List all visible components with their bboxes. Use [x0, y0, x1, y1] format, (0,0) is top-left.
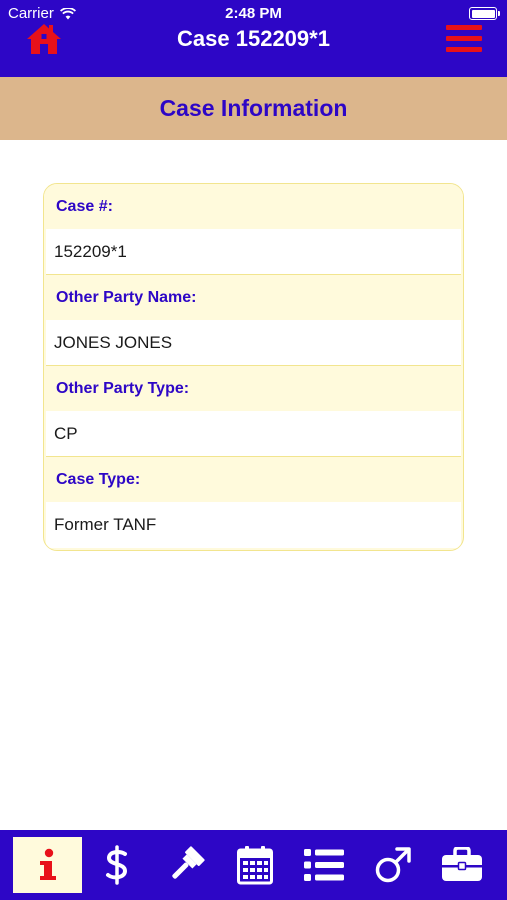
info-icon [39, 848, 56, 880]
dollar-icon [105, 845, 127, 885]
tab-calendar[interactable] [220, 837, 289, 893]
tab-list[interactable] [289, 837, 358, 893]
other-party-type-label: Other Party Type: [44, 366, 463, 411]
status-time: 2:48 PM [225, 5, 282, 22]
tab-employer[interactable] [427, 837, 496, 893]
tab-payments[interactable] [82, 837, 151, 893]
bottom-tab-bar [0, 830, 507, 900]
gavel-icon [171, 846, 205, 879]
briefcase-icon [441, 847, 482, 881]
other-party-name-label: Other Party Name: [44, 275, 463, 320]
battery-icon [469, 7, 500, 20]
list-icon [303, 849, 344, 881]
case-number-value: 152209*1 [46, 229, 461, 275]
male-symbol-icon [375, 847, 411, 883]
page-title: Case 152209*1 [177, 26, 330, 51]
section-banner: Case Information [0, 77, 507, 140]
other-party-type-value: CP [46, 411, 461, 457]
menu-button[interactable] [446, 23, 482, 53]
other-party-name-value: JONES JONES [46, 320, 461, 366]
header: Carrier 2:48 PM Case 152209*1 [0, 0, 507, 77]
case-type-label: Case Type: [44, 457, 463, 502]
case-type-value: Former TANF [46, 502, 461, 548]
app-screen: Carrier 2:48 PM Case 152209*1 Case Infor… [0, 0, 507, 900]
section-title: Case Information [159, 95, 348, 121]
tab-paternity[interactable] [358, 837, 427, 893]
tab-info[interactable] [13, 837, 82, 893]
calendar-icon [236, 846, 273, 885]
status-bar: Carrier 2:48 PM [0, 0, 507, 28]
case-info-card: Case #: 152209*1 Other Party Name: JONES… [43, 183, 464, 551]
case-number-label: Case #: [44, 184, 463, 229]
tab-court[interactable] [151, 837, 220, 893]
